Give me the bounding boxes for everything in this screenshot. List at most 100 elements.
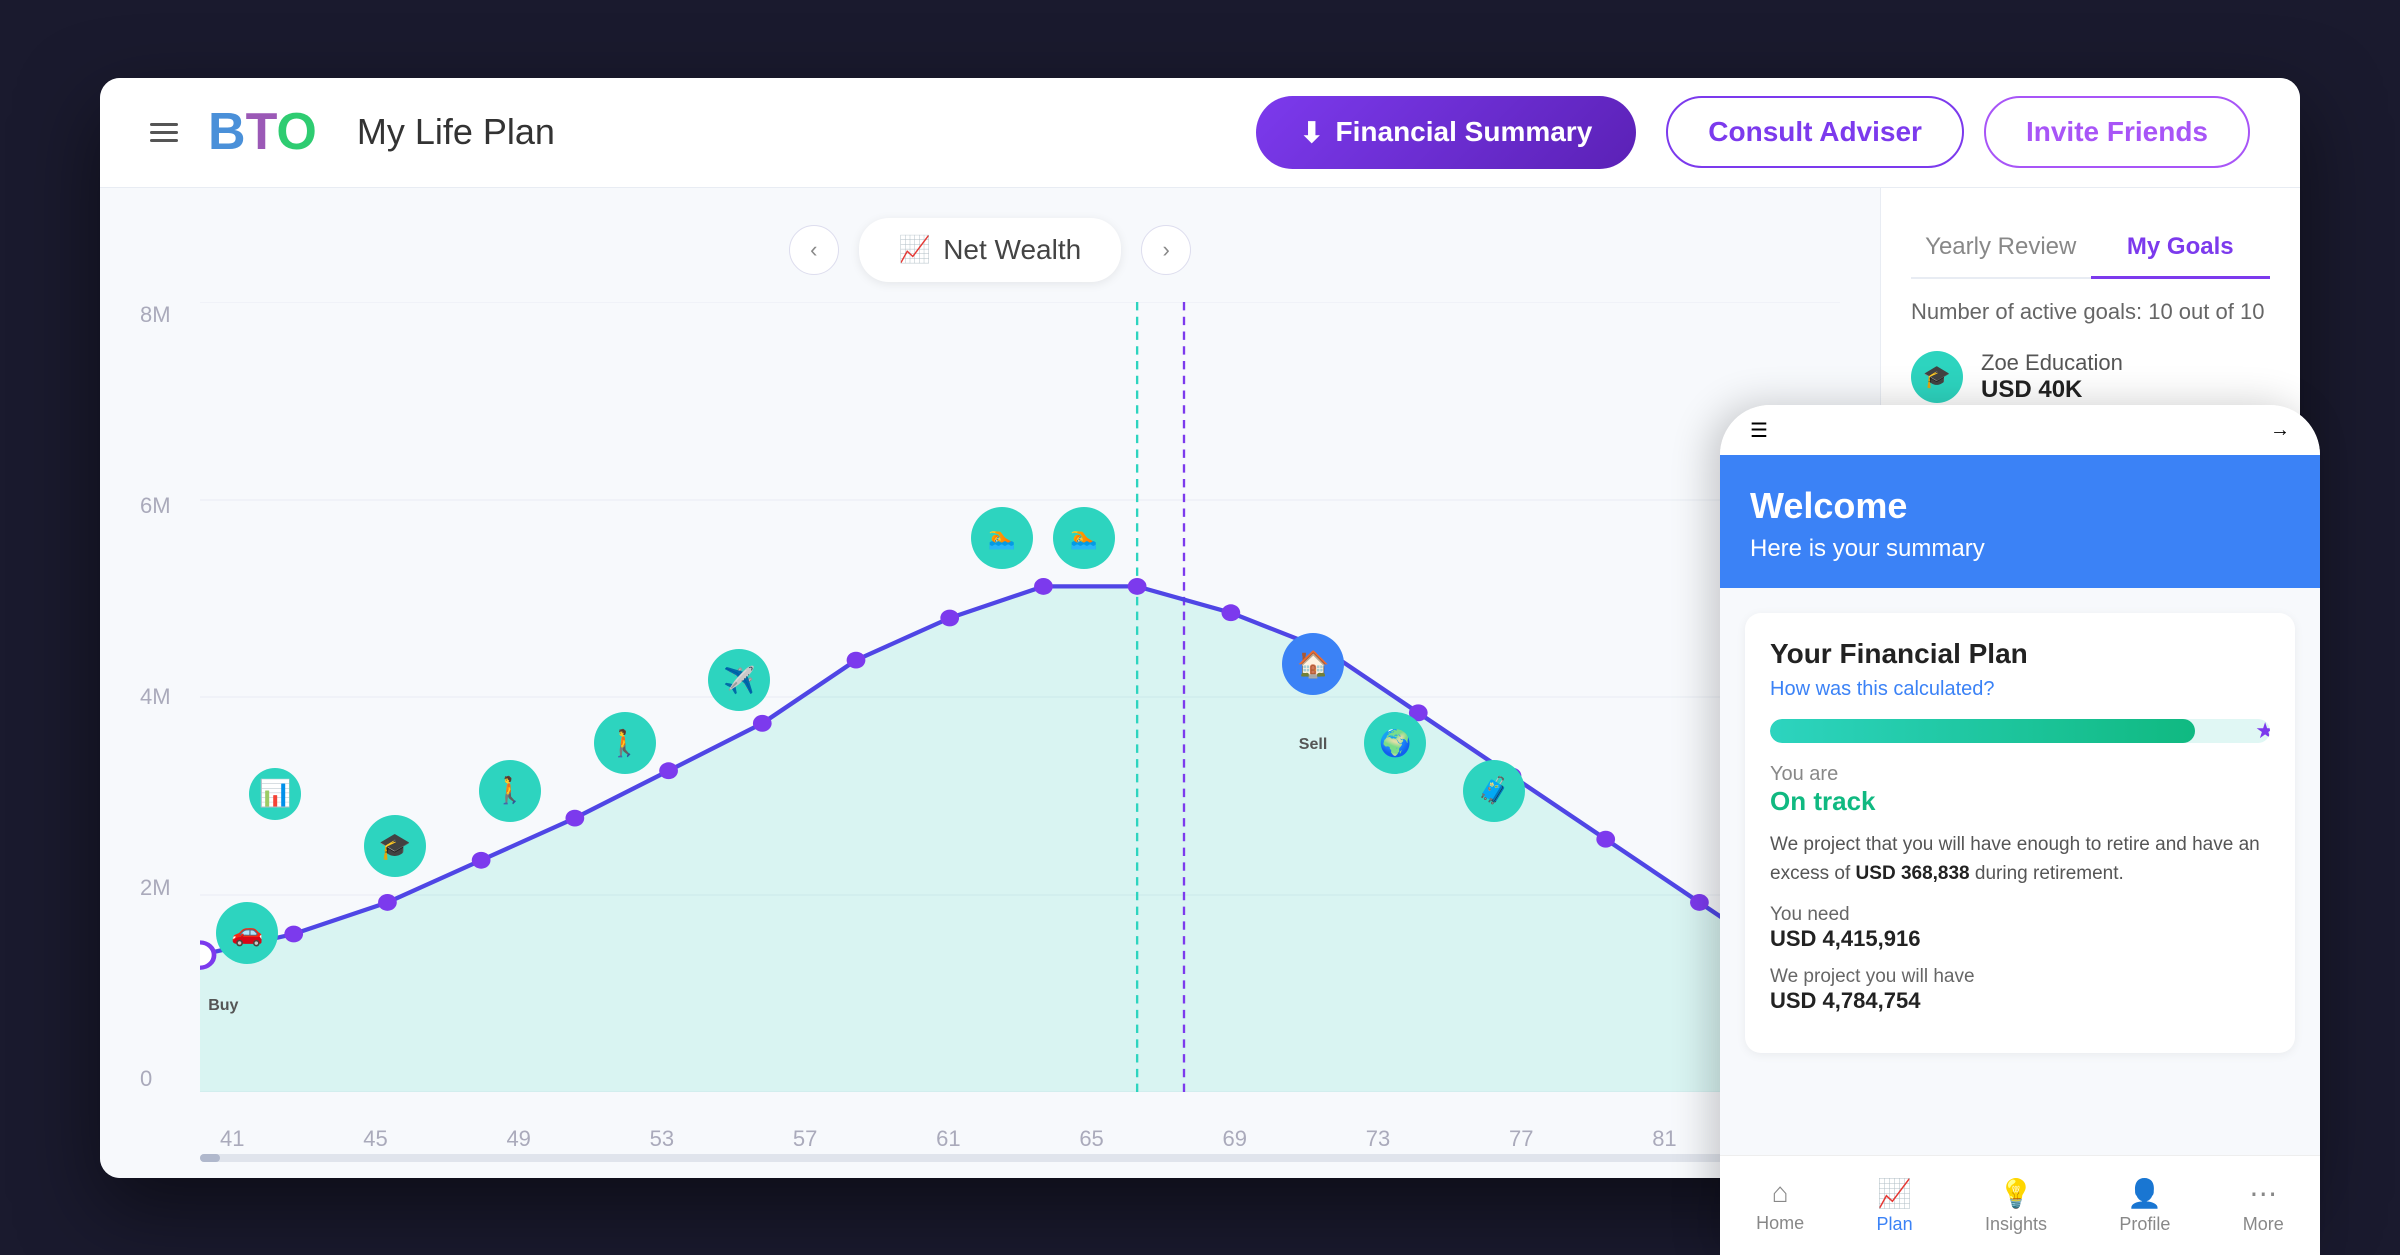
home-icon: ⌂	[1772, 1177, 1789, 1209]
phone-nav-plan[interactable]: 📈 Plan	[1877, 1177, 1913, 1235]
goal-amount-zoe-edu: USD 40K	[1981, 376, 2123, 404]
goal-info-zoe-edu: Zoe Education USD 40K	[1981, 350, 2123, 404]
fp-row-project: We project you will have USD 4,784,754	[1770, 966, 2270, 1014]
phone-nav-home[interactable]: ⌂ Home	[1756, 1177, 1804, 1234]
invite-friends-button[interactable]: Invite Friends	[1984, 96, 2250, 168]
financial-plan-card: Your Financial Plan How was this calcula…	[1745, 613, 2295, 1053]
goal-icon-education[interactable]: 🎓	[364, 815, 426, 877]
goal-label-sell: Sell	[1299, 736, 1327, 754]
chart-line-icon: 📈	[899, 234, 931, 265]
x-label-49: 49	[506, 1126, 530, 1152]
logo: BTO	[208, 102, 317, 162]
fp-project-label: We project you will have	[1770, 966, 2270, 988]
page-title: My Life Plan	[357, 111, 555, 153]
chart-area: ‹ 📈 Net Wealth › 8M 6M 4M 2M 0	[100, 188, 1880, 1178]
goal-icon-trend[interactable]: 📊	[249, 768, 301, 820]
scroll-handle-left[interactable]	[200, 1154, 220, 1162]
phone-welcome-title: Welcome	[1750, 485, 2290, 527]
chart-title-pill: 📈 Net Wealth	[859, 218, 1121, 282]
fp-need-value: USD 4,415,916	[1770, 926, 2270, 952]
phone-overlay: ☰ → Welcome Here is your summary Your Fi…	[1720, 405, 2320, 1255]
plan-label: Plan	[1877, 1214, 1913, 1235]
y-label-0: 0	[140, 1066, 171, 1092]
phone-welcome-subtitle: Here is your summary	[1750, 535, 2290, 563]
on-track-label: You are	[1770, 763, 2270, 786]
phone-nav-insights[interactable]: 💡 Insights	[1985, 1177, 2047, 1235]
chart-prev-button[interactable]: ‹	[789, 225, 839, 275]
goal-icon-swim2[interactable]: 🏊	[1053, 507, 1115, 569]
y-label-6m: 6M	[140, 493, 171, 519]
phone-content: Your Financial Plan How was this calcula…	[1720, 588, 2320, 1155]
x-label-73: 73	[1366, 1126, 1390, 1152]
goal-icon-luggage[interactable]: 🧳	[1463, 760, 1525, 822]
x-label-53: 53	[650, 1126, 674, 1152]
fp-need-label: You need	[1770, 904, 2270, 926]
phone-nav-more[interactable]: ⋯ More	[2243, 1177, 2284, 1235]
goal-icon-walk2[interactable]: 🚶	[594, 712, 656, 774]
goal-name-zoe-edu: Zoe Education	[1981, 350, 2123, 376]
progress-bar-container: ★	[1770, 719, 2270, 743]
y-label-8m: 8M	[140, 302, 171, 328]
chart-wrapper: 8M 6M 4M 2M 0	[140, 302, 1840, 1152]
fp-excess-amount: USD 368,838	[1856, 863, 1970, 884]
home-label: Home	[1756, 1213, 1804, 1234]
profile-icon: 👤	[2127, 1177, 2162, 1210]
goal-icon-sm-zoe-edu: 🎓	[1911, 351, 1963, 403]
x-label-41: 41	[220, 1126, 244, 1152]
chart-svg-container: 🚗 Buy 🎓 🚶 🚶 ✈️ 🏊 🏊 📊	[200, 302, 1840, 1092]
on-track-value: On track	[1770, 786, 2270, 817]
goal-label-buy: Buy	[208, 997, 238, 1015]
phone-status-bar: ☰ →	[1720, 405, 2320, 455]
x-label-45: 45	[363, 1126, 387, 1152]
x-label-69: 69	[1223, 1126, 1247, 1152]
chart-next-button[interactable]: ›	[1141, 225, 1191, 275]
tab-my-goals[interactable]: My Goals	[2091, 218, 2271, 279]
consult-adviser-button[interactable]: Consult Adviser	[1666, 96, 1964, 168]
x-label-57: 57	[793, 1126, 817, 1152]
logo-b: B	[208, 103, 246, 161]
chart-title: Net Wealth	[943, 234, 1081, 266]
phone-bottom-nav: ⌂ Home 📈 Plan 💡 Insights 👤 Profile ⋯ Mor…	[1720, 1155, 2320, 1255]
insights-icon: 💡	[1999, 1177, 2034, 1210]
chart-scrollbar[interactable]	[200, 1154, 1840, 1162]
x-label-81: 81	[1652, 1126, 1676, 1152]
logo-o: O	[276, 103, 316, 161]
fp-row-need: You need USD 4,415,916	[1770, 904, 2270, 952]
goal-icon-swim1[interactable]: 🏊	[971, 507, 1033, 569]
logo-t: T	[246, 103, 277, 161]
header: BTO My Life Plan ⬇ Financial Summary Con…	[100, 78, 2300, 188]
hamburger-menu[interactable]	[150, 123, 178, 142]
chart-svg	[200, 302, 1840, 1092]
panel-tabs: Yearly Review My Goals	[1911, 218, 2270, 279]
star-icon: ★	[2255, 719, 2270, 743]
x-label-65: 65	[1079, 1126, 1103, 1152]
goal-icon-car[interactable]: 🚗	[216, 902, 278, 964]
progress-bar-fill	[1770, 719, 2195, 743]
phone-logout-icon[interactable]: →	[2270, 419, 2290, 442]
fp-how-calculated-link[interactable]: How was this calculated?	[1770, 678, 2270, 701]
phone-hamburger-icon[interactable]: ☰	[1750, 418, 1768, 443]
y-label-4m: 4M	[140, 684, 171, 710]
fp-description: We project that you will have enough to …	[1770, 831, 2270, 888]
active-goals-count: Number of active goals: 10 out of 10	[1911, 299, 2270, 325]
fp-title: Your Financial Plan	[1770, 638, 2270, 670]
insights-label: Insights	[1985, 1214, 2047, 1235]
fp-project-value: USD 4,784,754	[1770, 988, 2270, 1014]
goal-icon-walk1[interactable]: 🚶	[479, 760, 541, 822]
x-label-61: 61	[936, 1126, 960, 1152]
more-icon: ⋯	[2249, 1177, 2277, 1210]
financial-summary-button[interactable]: ⬇ Financial Summary	[1256, 96, 1636, 169]
y-label-2m: 2M	[140, 875, 171, 901]
profile-label: Profile	[2119, 1214, 2170, 1235]
x-axis-labels: 41 45 49 53 57 61 65 69 73 77 81 83	[200, 1126, 1840, 1152]
phone-nav-profile[interactable]: 👤 Profile	[2119, 1177, 2170, 1235]
download-icon: ⬇	[1300, 116, 1323, 149]
more-label: More	[2243, 1214, 2284, 1235]
chart-header: ‹ 📈 Net Wealth ›	[140, 218, 1840, 282]
plan-icon: 📈	[1877, 1177, 1912, 1210]
x-label-77: 77	[1509, 1126, 1533, 1152]
financial-summary-label: Financial Summary	[1336, 116, 1593, 148]
y-axis-labels: 8M 6M 4M 2M 0	[140, 302, 171, 1092]
phone-header: Welcome Here is your summary	[1720, 455, 2320, 588]
tab-yearly-review[interactable]: Yearly Review	[1911, 218, 2091, 279]
